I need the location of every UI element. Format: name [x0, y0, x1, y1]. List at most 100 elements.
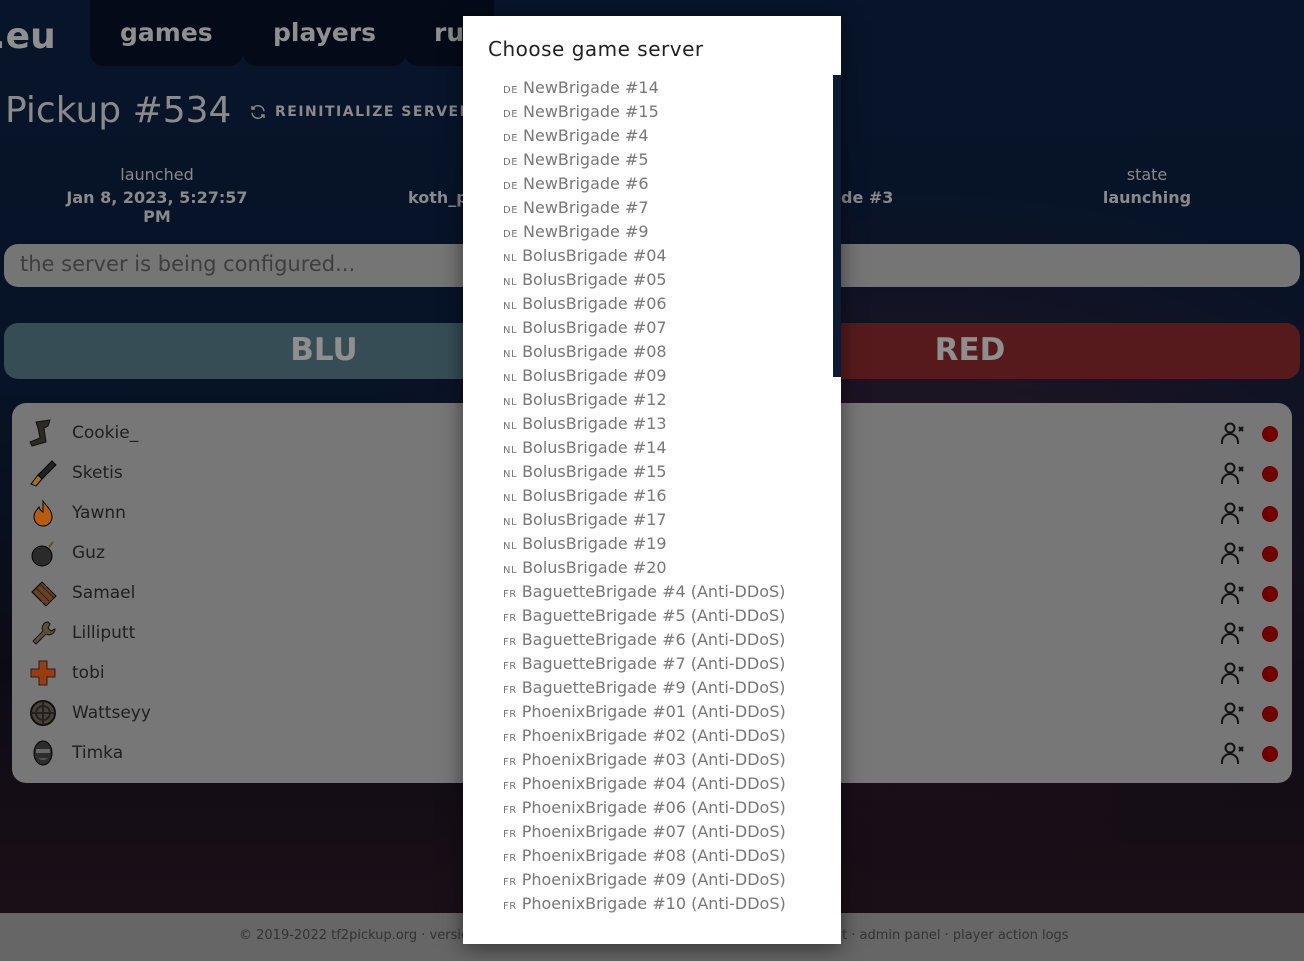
server-option[interactable]: NL BolusBrigade #09: [503, 364, 786, 388]
server-name: BaguetteBrigade #7 (Anti-DDoS): [521, 654, 786, 673]
server-name: NewBrigade #15: [523, 102, 659, 121]
server-name: BolusBrigade #19: [522, 534, 667, 553]
kick-player-icon[interactable]: [1220, 461, 1246, 485]
server-option[interactable]: NL BolusBrigade #05: [503, 268, 786, 292]
server-option[interactable]: NL BolusBrigade #12: [503, 388, 786, 412]
kick-player-icon[interactable]: [1220, 701, 1246, 725]
server-option[interactable]: NL BolusBrigade #20: [503, 556, 786, 580]
country-code: DE: [503, 85, 519, 96]
brand-logo[interactable]: .eu: [0, 16, 56, 57]
server-option[interactable]: FR PhoenixBrigade #09 (Anti-DDoS): [503, 868, 786, 892]
kick-player-icon[interactable]: [1220, 421, 1246, 445]
player-name[interactable]: Yawnn: [72, 503, 126, 523]
nav-games[interactable]: games: [90, 0, 243, 66]
player-name[interactable]: Lilliputt: [72, 623, 135, 643]
status-dot: [1262, 666, 1278, 682]
footer-left: © 2019-2022 tf2pickup.org · version: [239, 928, 478, 943]
player-name[interactable]: Cookie_: [72, 423, 138, 443]
server-option[interactable]: FR BaguetteBrigade #4 (Anti-DDoS): [503, 580, 786, 604]
server-list: DE NewBrigade #14 DE NewBrigade #15 DE NewBri…: [503, 76, 786, 916]
server-option[interactable]: FR PhoenixBrigade #06 (Anti-DDoS): [503, 796, 786, 820]
server-name: NewBrigade #14: [523, 78, 659, 97]
status-dot: [1262, 746, 1278, 762]
server-option[interactable]: NL BolusBrigade #07: [503, 316, 786, 340]
player-name[interactable]: Sketis: [72, 463, 123, 483]
reinitialize-label: REINITIALIZE SERVER: [275, 104, 472, 120]
country-code: NL: [503, 373, 518, 384]
kick-player-icon[interactable]: [1220, 501, 1246, 525]
kick-player-icon[interactable]: [1220, 581, 1246, 605]
server-option[interactable]: DE NewBrigade #6: [503, 172, 786, 196]
server-name: BaguetteBrigade #6 (Anti-DDoS): [521, 630, 786, 649]
server-option[interactable]: NL BolusBrigade #19: [503, 532, 786, 556]
country-code: FR: [503, 685, 517, 696]
server-name: PhoenixBrigade #07 (Anti-DDoS): [521, 822, 786, 841]
server-option[interactable]: DE NewBrigade #14: [503, 76, 786, 100]
server-option[interactable]: FR PhoenixBrigade #01 (Anti-DDoS): [503, 700, 786, 724]
pyro-class-icon: [33, 499, 53, 527]
server-name: NewBrigade #6: [523, 174, 649, 193]
country-code: FR: [503, 877, 517, 888]
launched-value: Jan 8, 2023, 5:27:57 PM: [66, 188, 248, 226]
server-option[interactable]: DE NewBrigade #15: [503, 100, 786, 124]
server-option[interactable]: FR BaguetteBrigade #5 (Anti-DDoS): [503, 604, 786, 628]
server-option[interactable]: NL BolusBrigade #14: [503, 436, 786, 460]
player-name[interactable]: tobi: [72, 663, 105, 683]
page-title: Pickup #534: [5, 90, 232, 131]
country-code: DE: [503, 229, 519, 240]
scrollbar[interactable]: [833, 75, 841, 377]
server-option[interactable]: FR PhoenixBrigade #02 (Anti-DDoS): [503, 724, 786, 748]
footer-right[interactable]: t · admin panel · player action logs: [842, 928, 1069, 943]
server-option[interactable]: NL BolusBrigade #15: [503, 460, 786, 484]
country-code: FR: [503, 613, 517, 624]
reinitialize-server-button[interactable]: REINITIALIZE SERVER: [249, 103, 472, 121]
server-option[interactable]: FR PhoenixBrigade #08 (Anti-DDoS): [503, 844, 786, 868]
server-option[interactable]: NL BolusBrigade #16: [503, 484, 786, 508]
status-dot: [1262, 706, 1278, 722]
server-name: NewBrigade #5: [523, 150, 649, 169]
state-label: state: [1126, 165, 1168, 184]
server-name: PhoenixBrigade #03 (Anti-DDoS): [521, 750, 786, 769]
choose-server-dialog: Choose game server DE NewBrigade #14 DE New…: [463, 16, 841, 944]
server-option[interactable]: NL BolusBrigade #08: [503, 340, 786, 364]
server-option[interactable]: DE NewBrigade #9: [503, 220, 786, 244]
server-option[interactable]: FR BaguetteBrigade #9 (Anti-DDoS): [503, 676, 786, 700]
soldier-class-icon: [30, 460, 57, 487]
server-option[interactable]: DE NewBrigade #4: [503, 124, 786, 148]
server-option[interactable]: DE NewBrigade #5: [503, 148, 786, 172]
server-option[interactable]: NL BolusBrigade #06: [503, 292, 786, 316]
kick-player-icon[interactable]: [1220, 541, 1246, 565]
server-name: BaguetteBrigade #5 (Anti-DDoS): [521, 606, 786, 625]
country-code: NL: [503, 469, 518, 480]
player-name[interactable]: Timka: [72, 743, 123, 763]
server-option[interactable]: DE NewBrigade #7: [503, 196, 786, 220]
server-name: BolusBrigade #13: [522, 414, 667, 433]
player-name[interactable]: Samael: [72, 583, 135, 603]
player-name[interactable]: Guz: [72, 543, 105, 563]
server-option[interactable]: FR BaguetteBrigade #7 (Anti-DDoS): [503, 652, 786, 676]
kick-player-icon[interactable]: [1220, 661, 1246, 685]
server-option[interactable]: NL BolusBrigade #04: [503, 244, 786, 268]
country-code: NL: [503, 493, 518, 504]
nav-players[interactable]: players: [243, 0, 407, 66]
team-blu-label: BLU: [290, 332, 358, 368]
server-option[interactable]: FR PhoenixBrigade #03 (Anti-DDoS): [503, 748, 786, 772]
country-code: NL: [503, 565, 518, 576]
server-name: PhoenixBrigade #08 (Anti-DDoS): [521, 846, 786, 865]
server-option[interactable]: FR BaguetteBrigade #6 (Anti-DDoS): [503, 628, 786, 652]
launched-label: launched: [120, 165, 194, 184]
server-name: PhoenixBrigade #04 (Anti-DDoS): [521, 774, 786, 793]
server-option[interactable]: NL BolusBrigade #17: [503, 508, 786, 532]
server-option[interactable]: NL BolusBrigade #13: [503, 412, 786, 436]
server-option[interactable]: FR PhoenixBrigade #04 (Anti-DDoS): [503, 772, 786, 796]
country-code: FR: [503, 733, 517, 744]
player-name[interactable]: Wattseyy: [72, 703, 151, 723]
country-code: NL: [503, 421, 518, 432]
kick-player-icon[interactable]: [1220, 621, 1246, 645]
server-name: NewBrigade #4: [523, 126, 649, 145]
server-option[interactable]: FR PhoenixBrigade #10 (Anti-DDoS): [503, 892, 786, 916]
server-name: BolusBrigade #16: [522, 486, 667, 505]
country-code: NL: [503, 301, 518, 312]
kick-player-icon[interactable]: [1220, 741, 1246, 765]
server-option[interactable]: FR PhoenixBrigade #07 (Anti-DDoS): [503, 820, 786, 844]
